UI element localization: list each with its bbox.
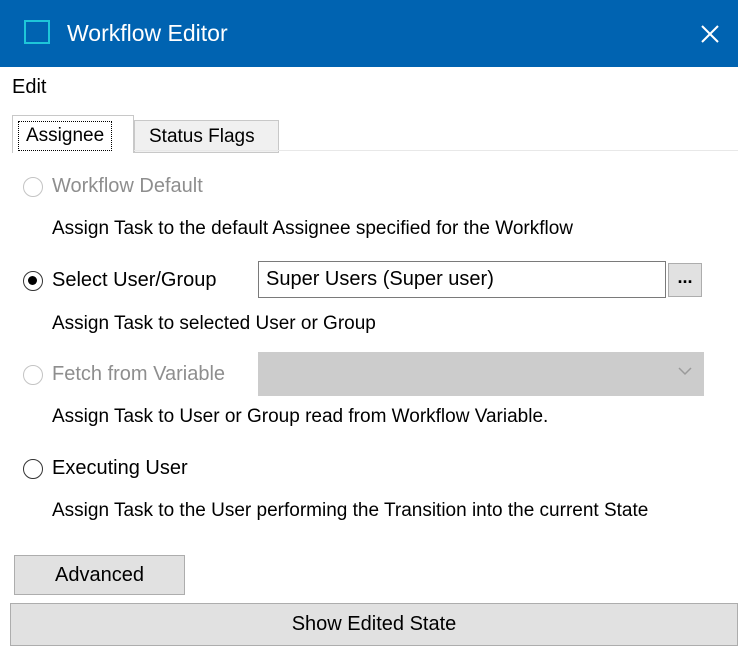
user-group-field[interactable]: Super Users (Super user) bbox=[258, 261, 666, 298]
executing-user-description: Assign Task to the User performing the T… bbox=[52, 500, 649, 521]
select-user-group-label: Select User/Group bbox=[52, 269, 217, 291]
radio-select-user-group[interactable] bbox=[23, 271, 43, 291]
fetch-from-variable-label: Fetch from Variable bbox=[52, 363, 226, 385]
radio-executing-user[interactable] bbox=[23, 459, 43, 479]
close-button[interactable] bbox=[682, 0, 738, 67]
tab-assignee[interactable]: Assignee bbox=[12, 115, 134, 153]
app-window-icon bbox=[24, 20, 50, 44]
radio-workflow-default[interactable] bbox=[23, 177, 43, 197]
radio-fetch-from-variable[interactable] bbox=[23, 365, 43, 385]
tab-status-flags-label: Status Flags bbox=[149, 126, 255, 147]
workflow-default-description: Assign Task to the default Assignee spec… bbox=[52, 218, 574, 239]
show-edited-state-button[interactable]: Show Edited State bbox=[10, 603, 738, 646]
title-bar[interactable]: Workflow Editor bbox=[0, 0, 738, 67]
executing-user-label: Executing User bbox=[52, 457, 188, 479]
close-icon bbox=[701, 24, 719, 43]
tab-assignee-label: Assignee bbox=[18, 121, 113, 151]
variable-select[interactable] bbox=[258, 352, 704, 396]
workflow-editor-window: Workflow Editor Edit Assignee Status Fla… bbox=[0, 0, 738, 646]
tab-strip: Assignee Status Flags bbox=[0, 107, 738, 153]
radio-selected-dot bbox=[28, 276, 37, 285]
tab-status-flags[interactable]: Status Flags bbox=[134, 120, 279, 153]
menu-item-edit[interactable]: Edit bbox=[12, 76, 46, 99]
browse-user-group-button[interactable]: ... bbox=[668, 263, 702, 297]
select-user-group-description: Assign Task to selected User or Group bbox=[52, 313, 376, 334]
window-title: Workflow Editor bbox=[67, 20, 228, 46]
advanced-button[interactable]: Advanced bbox=[14, 555, 185, 595]
fetch-from-variable-description: Assign Task to User or Group read from W… bbox=[52, 406, 549, 427]
chevron-down-icon bbox=[678, 367, 692, 376]
menu-bar: Edit bbox=[0, 67, 738, 108]
workflow-default-label: Workflow Default bbox=[52, 175, 203, 197]
